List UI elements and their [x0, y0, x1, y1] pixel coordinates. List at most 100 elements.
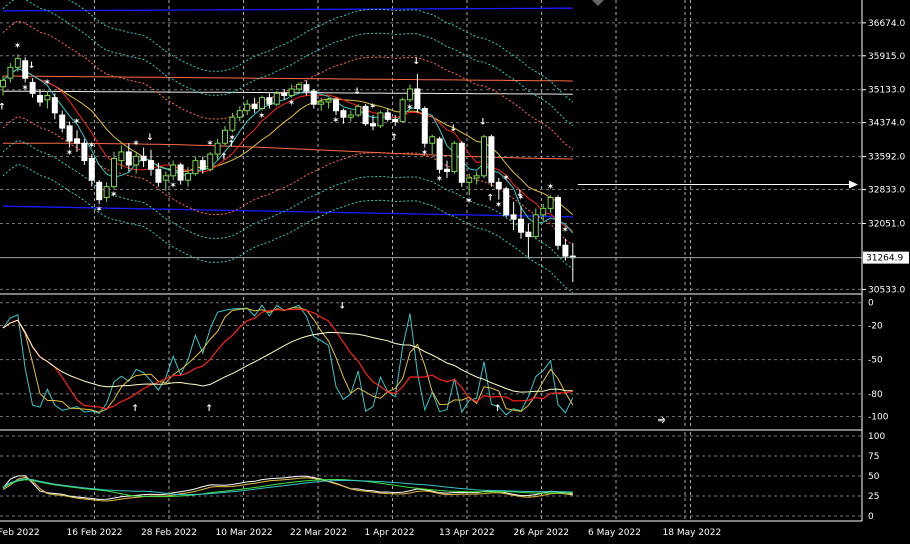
candle-body — [510, 214, 517, 220]
arrow-down-icon: ↓ — [28, 61, 36, 71]
x-tick-label: 1 Apr 2022 — [365, 528, 415, 538]
candle-body — [473, 175, 480, 179]
candle-body — [525, 231, 532, 238]
arrow-down-icon: ↓ — [412, 57, 420, 67]
candle-body — [88, 157, 95, 181]
x-tick-label: Feb 2022 — [0, 528, 40, 538]
signal-star: ✶ — [132, 139, 140, 149]
signal-star: ✶ — [502, 174, 510, 184]
candle-body — [296, 84, 302, 90]
signal-star: ✶ — [258, 112, 266, 122]
candle-body — [229, 116, 236, 131]
arrow-up-icon: ↑ — [227, 139, 235, 149]
candle-body — [273, 92, 280, 105]
candle-body — [251, 103, 258, 110]
signal-star: ✶ — [495, 201, 503, 211]
x-tick-label: 28 Feb 2022 — [141, 528, 197, 538]
x-tick-label: 16 Feb 2022 — [67, 528, 123, 538]
y-tick-label: 25 — [868, 492, 879, 502]
candle-body — [377, 112, 384, 127]
candle-body — [266, 97, 273, 105]
candle-body — [170, 164, 177, 177]
candle-body — [318, 101, 325, 105]
candle-body — [362, 105, 369, 125]
signal-star: ✶ — [436, 175, 444, 185]
arrow-down-icon: ↓ — [353, 87, 361, 97]
candle-body — [436, 138, 443, 170]
candle-body — [185, 173, 191, 181]
candle-body — [51, 97, 58, 114]
candle-body — [503, 188, 510, 216]
candle-body — [244, 103, 251, 112]
arrow-down-icon: ↓ — [449, 124, 457, 134]
candle-body — [207, 153, 214, 170]
candle-body — [192, 160, 199, 175]
candle-body — [451, 142, 458, 172]
y-tick-label: 75 — [868, 452, 879, 462]
candle-body — [562, 244, 569, 257]
arrow-down-icon: ↓ — [516, 189, 524, 199]
current-price-label: 31264.9 — [866, 254, 903, 264]
candle-body — [488, 136, 495, 183]
candle-body — [310, 90, 317, 105]
y-tick-label: 36674.0 — [868, 19, 905, 29]
y-tick-label: 0 — [868, 299, 874, 309]
candle-body — [44, 94, 51, 101]
x-tick-label: 26 Apr 2022 — [514, 528, 570, 538]
signal-star: ✶ — [465, 196, 473, 206]
x-tick-label: 13 Apr 2022 — [439, 528, 495, 538]
signal-star: ✶ — [369, 102, 377, 112]
candle-body — [399, 99, 406, 123]
candle-body — [162, 175, 169, 181]
y-tick-label: -20 — [868, 321, 883, 331]
candle-body — [281, 92, 288, 96]
signal-star: ✶ — [110, 190, 118, 200]
trading-chart: ✶✶✶✶✶✶✶✶✶✶✶✶✶✶✶✶ ✶✶✶✶ ✶✶✶✶✶↑↓↓↑↑↓↑↓↓↓↑ ↓ ↑ ↑… — [0, 0, 910, 544]
candle-body — [259, 97, 265, 110]
signal-star: ✶ — [73, 117, 81, 127]
candle-body — [384, 112, 391, 120]
signal-star: ✶ — [406, 103, 414, 113]
candle-body — [103, 186, 110, 199]
y-tick-label: 33592.0 — [868, 153, 905, 163]
signal-star: ✶ — [66, 149, 74, 159]
y-tick-label: 32051.0 — [868, 220, 905, 230]
candle-body — [96, 181, 103, 201]
candle-body — [355, 105, 362, 116]
candle-body — [495, 181, 502, 190]
candle-body — [392, 118, 399, 123]
arrow-up-icon: ↑ — [486, 194, 494, 204]
signal-star: ✶ — [21, 83, 29, 93]
y-tick-label: 100 — [868, 432, 885, 442]
candle-body — [347, 114, 354, 118]
y-tick-label: -100 — [868, 413, 889, 423]
candle-body — [59, 114, 66, 129]
candle-body — [333, 99, 339, 112]
y-tick-label: -50 — [868, 356, 883, 366]
candle-body — [118, 151, 125, 162]
arrow-up-icon: ↑ — [131, 404, 139, 414]
y-tick-label: -80 — [868, 390, 883, 400]
candle-body — [29, 81, 36, 94]
x-tick-label: 22 Mar 2022 — [290, 528, 347, 538]
candle-body — [288, 88, 295, 96]
y-tick-label: 34374.0 — [868, 119, 905, 129]
candle-body — [199, 160, 206, 170]
candle-body — [81, 142, 88, 162]
candle-body — [547, 197, 554, 209]
candle-body — [532, 214, 539, 238]
signal-star: ✶ — [332, 116, 340, 126]
signal-star: ✶ — [547, 182, 555, 192]
candle-body — [340, 110, 347, 118]
candle-body — [414, 88, 421, 110]
candle-body — [236, 110, 243, 118]
arrow-up-icon: ↑ — [390, 133, 398, 143]
candle-body — [370, 123, 376, 127]
candle-body — [303, 84, 310, 92]
x-tick-label: 18 May 2022 — [663, 528, 722, 538]
signal-star: ✶ — [43, 78, 51, 88]
arrow-down-icon: ↓ — [479, 118, 487, 128]
x-tick-label: 10 Mar 2022 — [216, 528, 273, 538]
y-tick-label: 50 — [868, 472, 880, 482]
candle-body — [37, 94, 43, 103]
